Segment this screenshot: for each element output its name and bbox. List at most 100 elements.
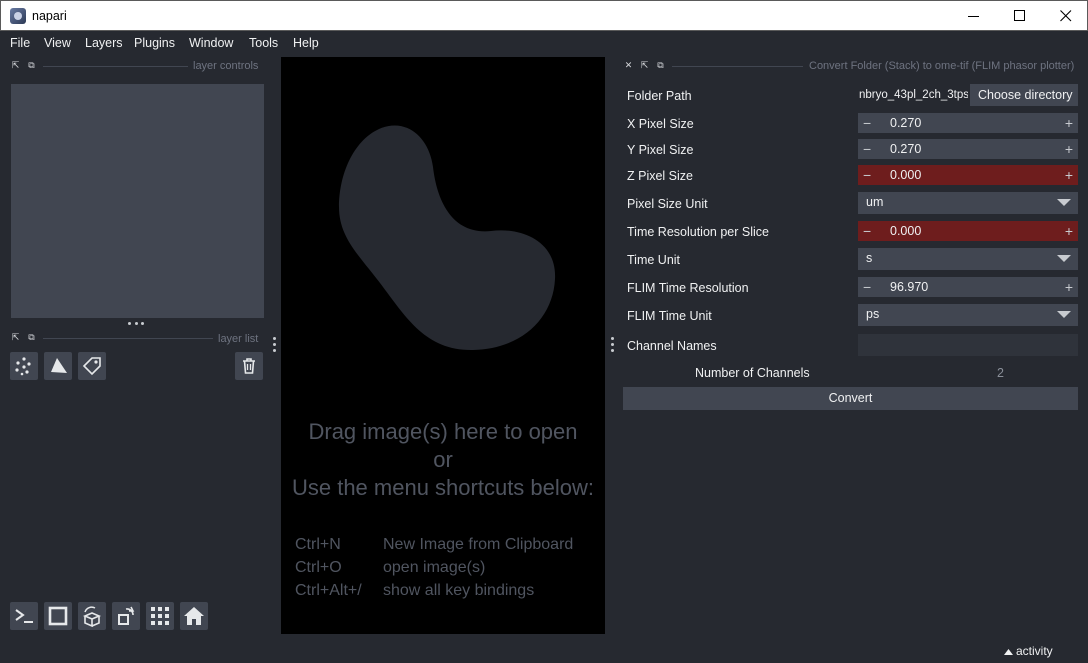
y-pixel-size-value: 0.270 — [890, 142, 922, 156]
dock-undock-icon[interactable]: ⧉ — [656, 61, 665, 70]
decrement-button[interactable]: − — [863, 278, 871, 296]
channel-names-label: Channel Names — [627, 339, 717, 353]
grid-icon — [151, 607, 169, 625]
shortcut-key: Ctrl+Alt+/ — [295, 582, 362, 599]
maximize-button[interactable] — [997, 1, 1043, 31]
points-icon — [15, 357, 31, 376]
flim-time-resolution-spinbox[interactable]: − 96.970 + — [858, 277, 1078, 297]
activity-label: activity — [1016, 644, 1053, 658]
square-icon — [48, 606, 68, 626]
z-pixel-size-label: Z Pixel Size — [627, 169, 693, 183]
dock-resize-handle[interactable] — [610, 337, 614, 352]
menu-layers[interactable]: Layers — [85, 36, 123, 50]
home-icon — [184, 607, 204, 625]
convert-button[interactable]: Convert — [623, 387, 1078, 410]
toggle-ndisplay-button[interactable] — [44, 602, 72, 630]
z-pixel-size-spinbox[interactable]: − 0.000 + — [858, 165, 1078, 185]
new-points-layer-button[interactable] — [10, 352, 38, 380]
number-of-channels-value: 2 — [997, 366, 1004, 380]
chevron-down-icon — [1057, 311, 1071, 318]
close-window-button[interactable] — [1043, 1, 1088, 31]
decrement-button[interactable]: − — [863, 114, 871, 132]
folder-path-field[interactable]: nbryo_43pl_2ch_3tps — [858, 85, 968, 105]
choose-directory-button[interactable]: Choose directory — [970, 84, 1078, 106]
menu-file[interactable]: File — [10, 36, 30, 50]
time-resolution-value: 0.000 — [890, 224, 922, 238]
viewer-canvas[interactable]: Drag image(s) here to open or Use the me… — [281, 57, 605, 634]
folder-path-value: nbryo_43pl_2ch_3tps — [859, 89, 968, 101]
menu-help[interactable]: Help — [293, 36, 319, 50]
y-pixel-size-spinbox[interactable]: − 0.270 + — [858, 139, 1078, 159]
new-labels-layer-button[interactable] — [78, 352, 106, 380]
shortcut-description: open image(s) — [383, 559, 486, 576]
napari-logo-icon — [10, 8, 26, 24]
labels-icon — [82, 357, 101, 376]
dock-float-icon[interactable]: ⇱ — [640, 61, 649, 70]
menu-tools[interactable]: Tools — [249, 36, 278, 50]
welcome-line-3: Use the menu shortcuts below: — [291, 475, 595, 500]
plugin-dock-title: Convert Folder (Stack) to ome-tif (FLIM … — [809, 60, 1075, 72]
time-resolution-label: Time Resolution per Slice — [627, 225, 769, 239]
flim-time-unit-label: FLIM Time Unit — [627, 309, 712, 323]
layer-controls-title: layer controls — [193, 60, 259, 72]
increment-button[interactable]: + — [1065, 114, 1073, 132]
transpose-dims-button[interactable] — [112, 602, 140, 630]
roll-dims-button[interactable] — [78, 602, 106, 630]
shortcut-description: show all key bindings — [383, 582, 535, 599]
caret-up-icon — [1004, 648, 1013, 655]
increment-button[interactable]: + — [1065, 278, 1073, 296]
flim-time-unit-value: ps — [866, 307, 880, 321]
window-title: napari — [32, 9, 67, 23]
choose-directory-label: Choose directory — [978, 88, 1073, 102]
dock-title-line — [672, 66, 803, 67]
window-titlebar: napari — [0, 0, 1088, 31]
dock-close-icon[interactable]: ✕ — [624, 61, 633, 70]
time-unit-value: s — [866, 251, 873, 265]
dock-undock-icon[interactable]: ⧉ — [27, 333, 36, 342]
napari-watermark-logo — [339, 125, 556, 351]
folder-path-label: Folder Path — [627, 89, 692, 103]
layer-list-title: layer list — [218, 333, 259, 345]
welcome-line-1: Drag image(s) here to open — [308, 419, 578, 444]
decrement-button[interactable]: − — [863, 166, 871, 184]
channel-names-input[interactable] — [858, 334, 1078, 356]
flim-time-resolution-label: FLIM Time Resolution — [627, 281, 749, 295]
grid-view-button[interactable] — [146, 602, 174, 630]
trash-icon — [243, 358, 255, 374]
activity-toggle[interactable]: activity — [1004, 644, 1053, 658]
pixel-size-unit-label: Pixel Size Unit — [627, 197, 708, 211]
flim-time-unit-dropdown[interactable]: ps — [858, 304, 1078, 326]
reset-view-button[interactable] — [180, 602, 208, 630]
splitter-handle[interactable] — [128, 322, 144, 326]
x-pixel-size-value: 0.270 — [890, 116, 922, 130]
console-button[interactable] — [10, 602, 38, 630]
menu-view[interactable]: View — [44, 36, 71, 50]
minimize-button[interactable] — [951, 1, 997, 31]
pixel-size-unit-dropdown[interactable]: um — [858, 192, 1078, 214]
dock-title-line — [43, 66, 188, 67]
new-shapes-layer-button[interactable] — [44, 352, 72, 380]
shapes-icon — [51, 358, 67, 373]
increment-button[interactable]: + — [1065, 222, 1073, 240]
time-resolution-spinbox[interactable]: − 0.000 + — [858, 221, 1078, 241]
delete-layer-button[interactable] — [235, 352, 263, 380]
welcome-line-2: or — [433, 447, 453, 472]
shortcut-key: Ctrl+O — [295, 559, 342, 576]
menu-plugins[interactable]: Plugins — [134, 36, 175, 50]
maximize-icon — [1014, 10, 1025, 21]
time-unit-dropdown[interactable]: s — [858, 248, 1078, 270]
shortcut-description: New Image from Clipboard — [383, 536, 574, 553]
dock-float-icon[interactable]: ⇱ — [11, 61, 20, 70]
decrement-button[interactable]: − — [863, 222, 871, 240]
increment-button[interactable]: + — [1065, 166, 1073, 184]
dock-float-icon[interactable]: ⇱ — [11, 333, 20, 342]
increment-button[interactable]: + — [1065, 140, 1073, 158]
x-pixel-size-spinbox[interactable]: − 0.270 + — [858, 113, 1078, 133]
number-of-channels-label: Number of Channels — [695, 366, 810, 380]
minimize-icon — [968, 16, 979, 17]
decrement-button[interactable]: − — [863, 140, 871, 158]
dock-undock-icon[interactable]: ⧉ — [27, 61, 36, 70]
x-pixel-size-label: X Pixel Size — [627, 117, 694, 131]
dock-resize-handle[interactable] — [272, 337, 276, 352]
menu-window[interactable]: Window — [189, 36, 233, 50]
